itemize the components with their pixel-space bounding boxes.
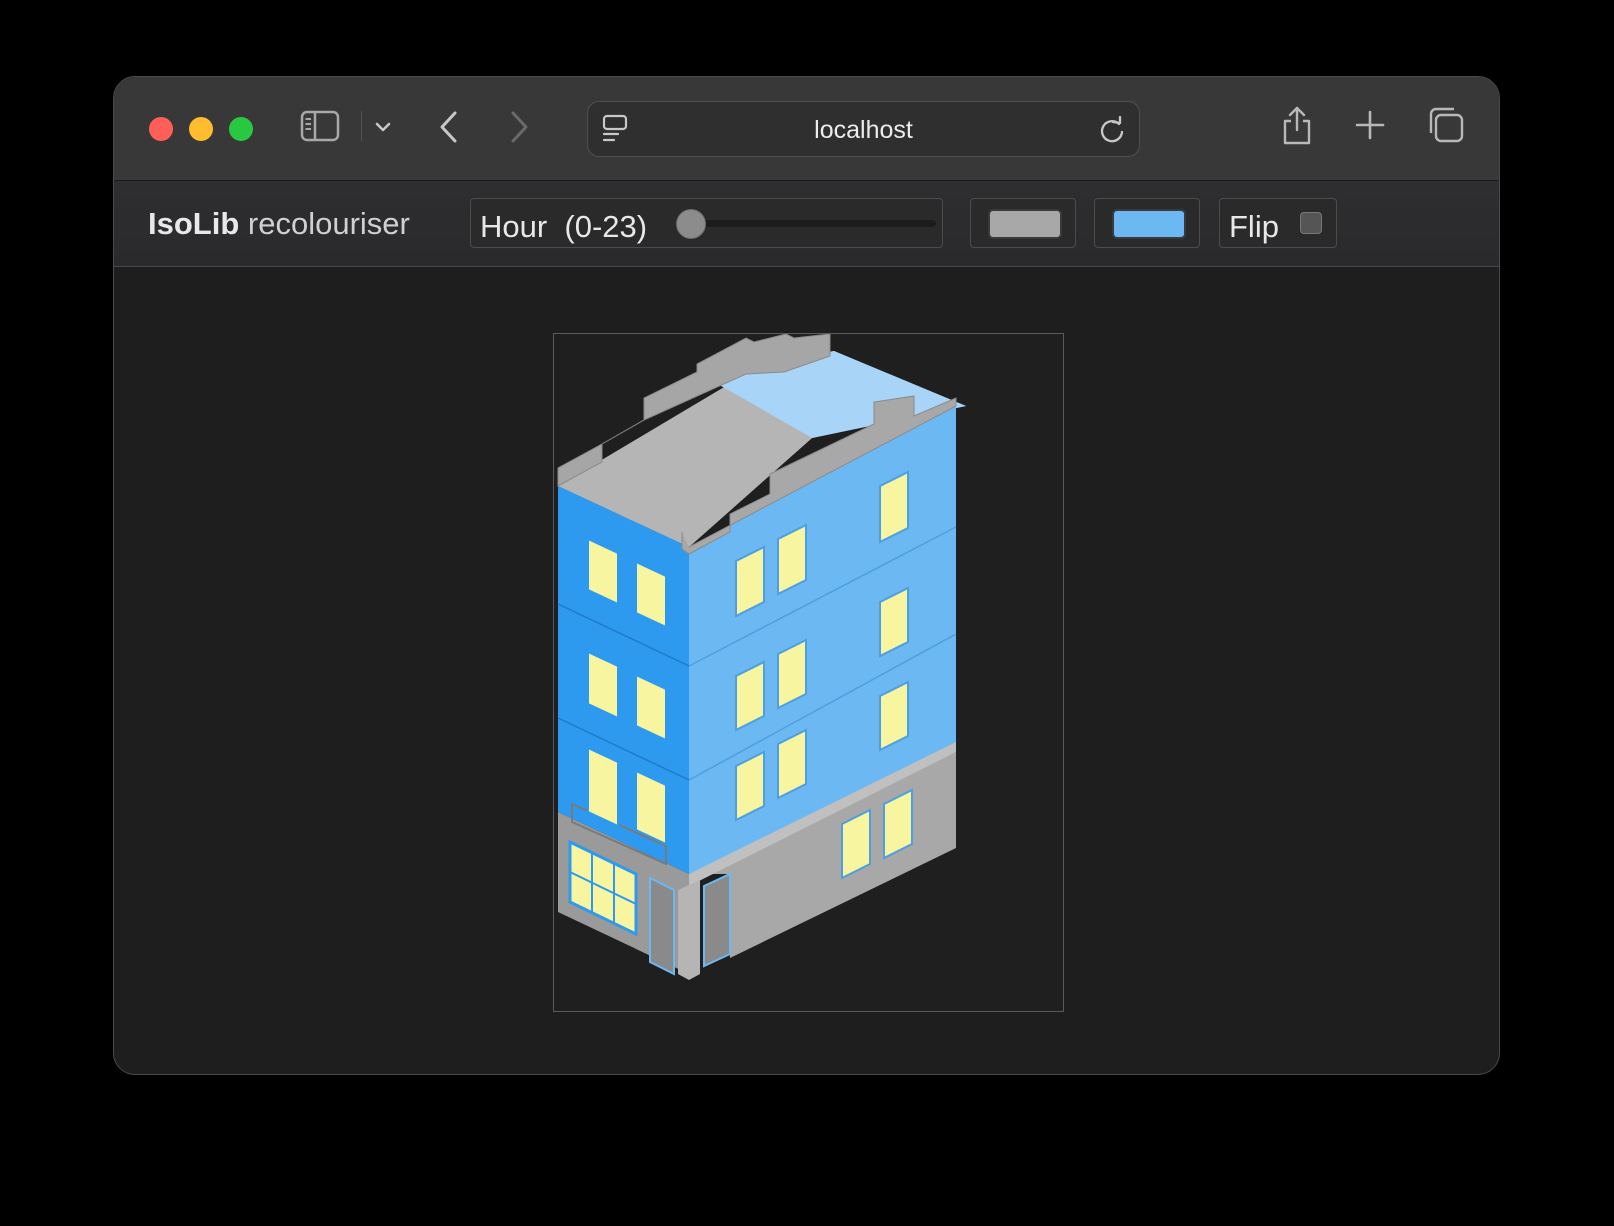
app-title-bold: IsoLib bbox=[148, 206, 240, 241]
browser-titlebar: localhost bbox=[114, 77, 1499, 181]
flip-label: Flip bbox=[1229, 209, 1279, 244]
browser-window: localhost IsoLib recolouriser Hour (0-23… bbox=[113, 76, 1500, 1075]
isometric-building bbox=[557, 334, 966, 980]
building-canvas bbox=[553, 333, 1064, 1012]
share-icon[interactable] bbox=[1280, 103, 1314, 147]
app-toolbar: IsoLib recolouriser Hour (0-23) Flip bbox=[114, 181, 1499, 267]
hour-slider-track[interactable] bbox=[686, 220, 936, 227]
app-title-light: recolouriser bbox=[247, 206, 410, 241]
tab-overview-icon[interactable] bbox=[1426, 105, 1466, 145]
chevron-down-icon[interactable] bbox=[371, 115, 395, 139]
door-left[interactable] bbox=[649, 876, 675, 976]
door-right[interactable] bbox=[703, 872, 731, 968]
flip-control: Flip bbox=[1219, 198, 1337, 248]
secondary-color-swatch[interactable] bbox=[1112, 209, 1186, 239]
close-window-button[interactable] bbox=[149, 117, 173, 141]
zoom-window-button[interactable] bbox=[229, 117, 253, 141]
primary-color-swatch[interactable] bbox=[988, 209, 1062, 239]
door-pillar bbox=[678, 880, 700, 980]
titlebar-divider bbox=[361, 111, 362, 141]
primary-color-control bbox=[970, 198, 1076, 248]
forward-arrow-icon[interactable] bbox=[504, 107, 534, 147]
reload-icon[interactable] bbox=[1097, 115, 1127, 145]
url-text[interactable]: localhost bbox=[588, 116, 1139, 145]
address-bar[interactable]: localhost bbox=[587, 101, 1140, 157]
new-tab-icon[interactable] bbox=[1354, 109, 1386, 141]
left-wall bbox=[558, 486, 689, 874]
sidebar-toggle-icon[interactable] bbox=[300, 109, 340, 143]
minimize-window-button[interactable] bbox=[189, 117, 213, 141]
hour-label: Hour (0-23) bbox=[480, 209, 648, 244]
flip-checkbox[interactable] bbox=[1300, 212, 1322, 234]
hour-control: Hour (0-23) bbox=[470, 198, 943, 248]
secondary-color-control bbox=[1094, 198, 1200, 248]
hour-slider-thumb[interactable] bbox=[676, 209, 706, 239]
back-arrow-icon[interactable] bbox=[434, 107, 464, 147]
app-title: IsoLib recolouriser bbox=[148, 206, 410, 242]
